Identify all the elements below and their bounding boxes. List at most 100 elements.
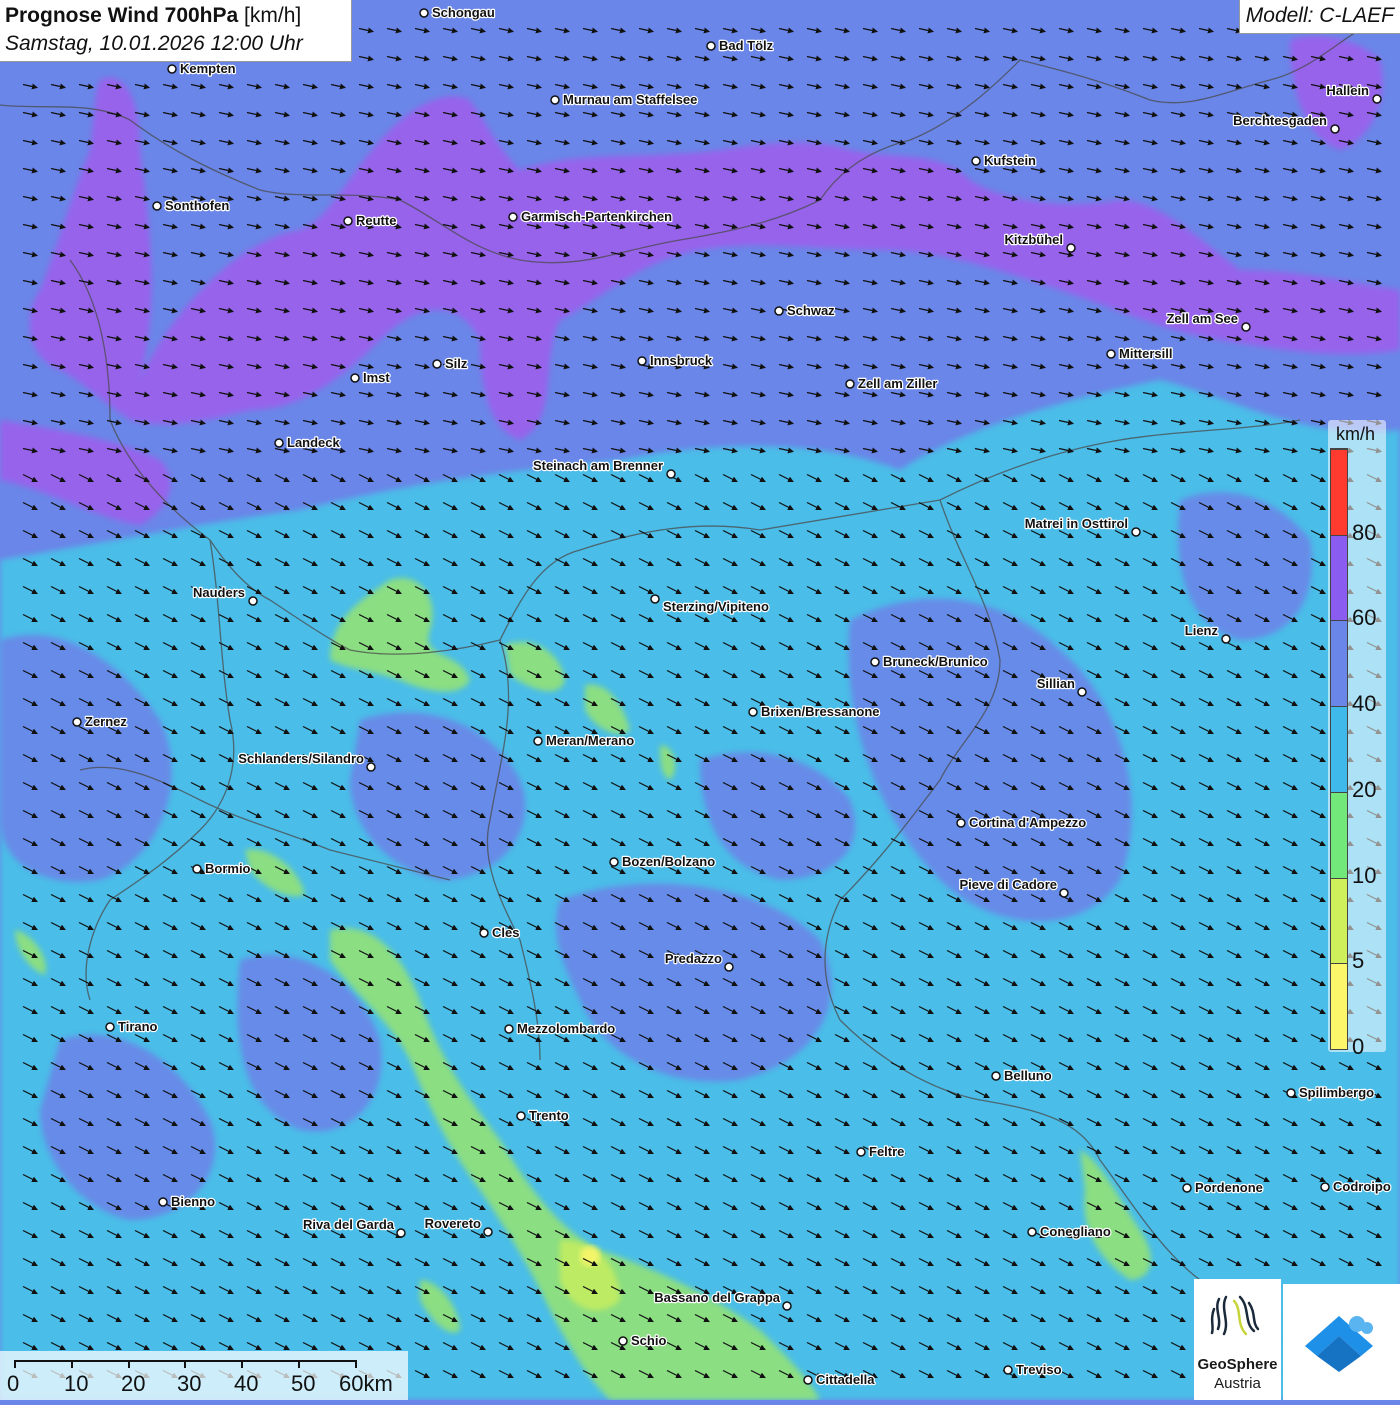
city-dot	[550, 95, 560, 105]
city-dot	[1077, 687, 1087, 697]
city-dot	[350, 373, 360, 383]
city-dot	[1330, 124, 1340, 134]
warning-app-logo	[1283, 1284, 1400, 1400]
city-dot	[956, 818, 966, 828]
geosphere-emblem-icon	[1210, 1295, 1260, 1336]
geosphere-logo: GeoSphere Austria	[1194, 1279, 1281, 1400]
city-dot	[248, 596, 258, 606]
city-dot	[504, 1024, 514, 1034]
city-dot	[419, 8, 429, 18]
city-dot	[991, 1071, 1001, 1081]
scale-tick	[355, 1360, 357, 1368]
city-label: Schwaz	[787, 303, 835, 318]
city-label: Riva del Garda	[303, 1217, 395, 1232]
city-label: Zell am See	[1166, 311, 1238, 326]
city-dot	[516, 1111, 526, 1121]
city-dot	[1131, 527, 1141, 537]
city-label: Schongau	[432, 5, 495, 20]
legend-color-bar	[1330, 448, 1348, 1050]
legend-unit: km/h	[1336, 424, 1376, 444]
city-label: Bormio	[205, 861, 251, 876]
city-label: Pordenone	[1195, 1180, 1263, 1195]
city-dot	[1066, 243, 1076, 253]
city-label: Kitzbühel	[1005, 232, 1064, 247]
city-dot	[782, 1301, 792, 1311]
city-label: Sonthofen	[165, 198, 229, 213]
city-dot	[366, 762, 376, 772]
legend-tick-label: 0	[1352, 1034, 1365, 1059]
city-label: Bienno	[171, 1194, 215, 1209]
scale-tick	[71, 1360, 73, 1368]
city-dot	[167, 64, 177, 74]
scale-tick	[241, 1360, 243, 1368]
city-dot	[158, 1197, 168, 1207]
city-dot	[483, 1227, 493, 1237]
legend-segment	[1331, 449, 1347, 535]
map-title: Prognose Wind 700hPa [km/h]	[5, 4, 351, 28]
city-label: Silz	[445, 356, 468, 371]
geosphere-name: GeoSphere	[1197, 1356, 1278, 1373]
city-label: Pieve di Cadore	[959, 877, 1057, 892]
city-label: Mezzolombardo	[517, 1021, 615, 1036]
city-label: Schlanders/Silandro	[238, 751, 364, 766]
city-label: Trento	[529, 1108, 569, 1123]
wind-map: Schongau Bad Tölz Kempten Murnau am Staffel…	[0, 0, 1400, 1400]
color-legend: km/h 80 60 40 20 10 5 0	[1328, 420, 1386, 1058]
city-dot	[192, 864, 202, 874]
city-label: Predazzo	[665, 951, 722, 966]
city-label: Treviso	[1016, 1362, 1062, 1377]
city-label: Spilimbergo	[1299, 1085, 1374, 1100]
city-label: Cittadella	[816, 1372, 875, 1387]
city-dot	[845, 379, 855, 389]
city-label: Hallein	[1326, 83, 1369, 98]
scale-label: 30	[177, 1371, 202, 1396]
city-dot	[1221, 634, 1231, 644]
legend-segment	[1331, 706, 1347, 792]
city-label: Bad Tölz	[719, 38, 774, 53]
city-label: Lienz	[1185, 623, 1219, 638]
city-dot	[618, 1336, 628, 1346]
city-dot	[724, 962, 734, 972]
title-panel: Prognose Wind 700hPa [km/h] Samstag, 10.…	[0, 0, 352, 62]
city-label: Nauders	[193, 585, 245, 600]
city-dot	[650, 594, 660, 604]
city-dot	[1372, 94, 1382, 104]
legend-tick-label: 10	[1352, 862, 1377, 888]
legend-tick-label: 60	[1352, 605, 1377, 631]
city-dot	[479, 928, 489, 938]
city-label: Murnau am Staffelsee	[563, 92, 697, 107]
map-title-unit: [km/h]	[244, 4, 302, 27]
legend-tick-label: 5	[1352, 948, 1365, 974]
city-label: Bassano del Grappa	[654, 1290, 780, 1305]
model-label: Modell: C-LAEF	[1238, 0, 1400, 34]
city-dot	[72, 717, 82, 727]
city-label: Kufstein	[984, 153, 1036, 168]
city-dot	[774, 306, 784, 316]
geosphere-country: Austria	[1214, 1375, 1261, 1392]
city-label: Mittersill	[1119, 346, 1172, 361]
city-label: Imst	[363, 370, 390, 385]
city-dot	[666, 469, 676, 479]
city-label: Bruneck/Brunico	[883, 654, 988, 669]
city-label: Codroipo	[1333, 1179, 1391, 1194]
scale-label: 0	[7, 1371, 20, 1396]
city-label: Tirano	[118, 1019, 158, 1034]
city-dot	[803, 1375, 813, 1385]
city-dot	[343, 216, 353, 226]
scale-label: 50	[291, 1371, 316, 1396]
city-label: Sterzing/Vipiteno	[663, 599, 769, 614]
map-title-main: Prognose Wind 700hPa	[5, 4, 239, 27]
scale-tick	[128, 1360, 130, 1368]
city-label: Rovereto	[425, 1216, 481, 1231]
city-dot	[396, 1228, 406, 1238]
city-label: Reutte	[356, 213, 396, 228]
legend-segment	[1331, 963, 1347, 1049]
city-dot	[105, 1022, 115, 1032]
scale-label: 60km	[339, 1371, 393, 1396]
legend-segment	[1331, 877, 1347, 964]
scale-bar: 0 10 20 30 40 50 60km	[0, 1351, 408, 1400]
scale-label: 20	[121, 1371, 146, 1396]
city-dot	[748, 707, 758, 717]
city-dot	[609, 857, 619, 867]
city-dot	[508, 212, 518, 222]
